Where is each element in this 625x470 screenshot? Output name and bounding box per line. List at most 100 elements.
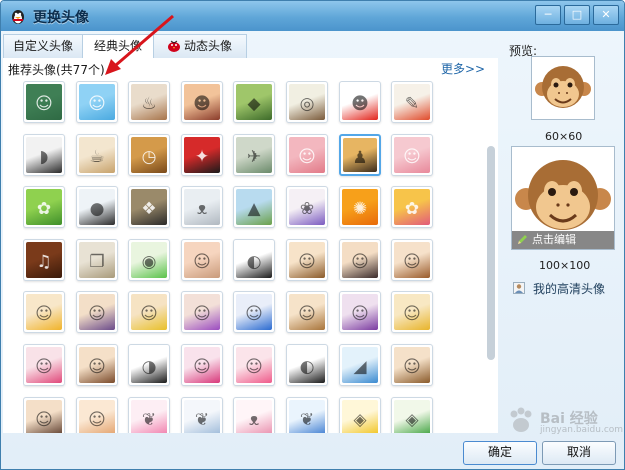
anime-pink-3-icon: ☺ xyxy=(245,357,263,377)
cartoon-baby-image: ☺ xyxy=(79,400,115,433)
opera-mask-red-image: ✦ xyxy=(184,137,220,173)
more-link[interactable]: 更多>> xyxy=(441,60,485,77)
title-bar[interactable]: 更换头像 ─ □ ✕ xyxy=(1,1,624,31)
avatar-anime-boy-3[interactable]: ☺ xyxy=(23,397,65,433)
avatar-hummingbird[interactable]: ✈ xyxy=(233,134,275,176)
anime-boy-brown-icon: ☺ xyxy=(298,252,316,272)
red-cartoon-face-image: ☻ xyxy=(342,84,378,120)
green-ring-icon: ◉ xyxy=(141,252,157,272)
tea-set-icon: ☕ xyxy=(89,147,105,167)
avatar-violin[interactable]: ♫ xyxy=(23,239,65,281)
avatar-baby-penguin[interactable]: ● xyxy=(76,186,118,228)
scrollbar-thumb[interactable] xyxy=(487,146,495,360)
avatar-opera-costume[interactable]: ❀ xyxy=(286,186,328,228)
avatar-pink-bunny[interactable]: ❦ xyxy=(128,397,170,433)
colored-pencils-image: ✎ xyxy=(394,84,430,120)
blue-bunny-image: ❦ xyxy=(289,400,325,433)
avatar-anime-purple[interactable]: ☺ xyxy=(181,291,223,333)
anime-brown-2-image: ☺ xyxy=(79,347,115,383)
avatar-anime-boy-smile[interactable]: ☺ xyxy=(391,344,433,386)
avatar-anime-blonde-2[interactable]: ☺ xyxy=(128,291,170,333)
anime-blonde-2-image: ☺ xyxy=(131,294,167,330)
avatar-white-bunny[interactable]: ❦ xyxy=(181,397,223,433)
tab-custom-avatar[interactable]: 自定义头像 xyxy=(3,34,83,58)
avatar-white-cat[interactable]: ᴥ xyxy=(181,186,223,228)
avatar-blue-bunny[interactable]: ❦ xyxy=(286,397,328,433)
chalkboard-face-image: ☺ xyxy=(26,84,62,120)
anime-boy-smile-icon: ☺ xyxy=(403,357,421,377)
maximize-button[interactable]: □ xyxy=(564,5,590,25)
avatar-white-cat-cartoon[interactable]: ᴥ xyxy=(233,397,275,433)
white-bunny-image: ❦ xyxy=(184,400,220,433)
anime-blonde-3-icon: ☺ xyxy=(403,304,421,324)
qq-penguin-icon: ◐ xyxy=(246,252,262,272)
avatar-pink-flower[interactable]: ✿ xyxy=(391,186,433,228)
avatar-pink-silhouette-2[interactable]: ☺ xyxy=(391,134,433,176)
avatar-orange-abstract[interactable]: ✺ xyxy=(339,186,381,228)
avatar-qq-penguin-bow[interactable]: ◐ xyxy=(286,344,328,386)
avatar-qq-penguin[interactable]: ◐ xyxy=(233,239,275,281)
avatar-colored-pencils[interactable]: ✎ xyxy=(391,81,433,123)
avatar-dog[interactable]: ❖ xyxy=(128,186,170,228)
cartoon-baby-icon: ☺ xyxy=(88,410,106,430)
avatar-dolphin[interactable]: ◢ xyxy=(339,344,381,386)
avatar-latte-cup[interactable]: ◎ xyxy=(286,81,328,123)
avatar-clock-ornament[interactable]: ◷ xyxy=(128,134,170,176)
close-button[interactable]: ✕ xyxy=(593,5,619,25)
maximize-icon: □ xyxy=(571,8,583,21)
ok-button[interactable]: 确定 xyxy=(463,441,537,465)
edit-avatar-label: 点击编辑 xyxy=(532,233,576,246)
cancel-button[interactable]: 取消 xyxy=(542,441,616,465)
avatar-green-ring[interactable]: ◉ xyxy=(128,239,170,281)
avatar-green-duck[interactable]: ◈ xyxy=(391,397,433,433)
avatar-anime-pink[interactable]: ☺ xyxy=(23,344,65,386)
avatar-anime-blue[interactable]: ☺ xyxy=(233,291,275,333)
avatar-landscape-horse[interactable]: ▲ xyxy=(233,186,275,228)
avatar-anime-brown[interactable]: ☺ xyxy=(286,291,328,333)
avatar-anime-boy-dark[interactable]: ☺ xyxy=(339,239,381,281)
avatar-baby-face[interactable]: ☺ xyxy=(181,239,223,281)
penguin-cool-image: ◑ xyxy=(131,347,167,383)
avatar-computer-mouse[interactable]: ◗ xyxy=(23,134,65,176)
avatar-anime-girl-brown[interactable]: ☺ xyxy=(391,239,433,281)
anime-glasses-icon: ☺ xyxy=(88,304,106,324)
opera-mask-lady-icon: ☻ xyxy=(193,94,211,114)
avatar-chalkboard-face[interactable]: ☺ xyxy=(23,81,65,123)
anime-brown-icon: ☺ xyxy=(298,304,316,324)
avatar-penguin-photo[interactable]: ◆ xyxy=(233,81,275,123)
avatar-tea-set[interactable]: ☕ xyxy=(76,134,118,176)
baby-penguin-image: ● xyxy=(79,189,115,225)
avatar-coffee-art[interactable]: ♨ xyxy=(128,81,170,123)
watermark-url: jingyan.baidu.com xyxy=(540,425,624,435)
preview-avatar-large[interactable]: 点击编辑 xyxy=(511,146,615,250)
paw-logo-icon xyxy=(510,407,532,432)
avatar-anime-pink-2[interactable]: ☺ xyxy=(181,344,223,386)
penguin-couple-image: ♟ xyxy=(343,138,377,172)
pink-bunny-icon: ❦ xyxy=(141,410,157,430)
avatar-anime-glasses[interactable]: ☺ xyxy=(76,291,118,333)
avatar-penguin-cool[interactable]: ◑ xyxy=(128,344,170,386)
anime-pink-2-icon: ☺ xyxy=(193,357,211,377)
avatar-opera-mask-lady[interactable]: ☻ xyxy=(181,81,223,123)
avatar-pink-silhouette[interactable]: ☺ xyxy=(286,134,328,176)
avatar-penguin-couple[interactable]: ♟ xyxy=(339,134,381,176)
anime-purple-image: ☺ xyxy=(184,294,220,330)
avatar-book-glasses[interactable]: ❐ xyxy=(76,239,118,281)
white-cat-cartoon-image: ᴥ xyxy=(236,400,272,433)
opera-mask-red-icon: ✦ xyxy=(194,147,210,167)
avatar-yellow-fish[interactable]: ◈ xyxy=(339,397,381,433)
avatar-anime-purple-2[interactable]: ☺ xyxy=(339,291,381,333)
avatar-anime-brown-2[interactable]: ☺ xyxy=(76,344,118,386)
green-duck-icon: ◈ xyxy=(405,410,419,430)
avatar-red-cartoon-face[interactable]: ☻ xyxy=(339,81,381,123)
avatar-anime-blonde[interactable]: ☺ xyxy=(23,291,65,333)
minimize-button[interactable]: ─ xyxy=(535,5,561,25)
avatar-anime-boy-brown[interactable]: ☺ xyxy=(286,239,328,281)
avatar-opera-mask-red[interactable]: ✦ xyxy=(181,134,223,176)
avatar-grass[interactable]: ✿ xyxy=(23,186,65,228)
avatar-sky-smile-face[interactable]: ☺ xyxy=(76,81,118,123)
edit-avatar-button[interactable]: 点击编辑 xyxy=(512,231,614,249)
avatar-anime-blonde-3[interactable]: ☺ xyxy=(391,291,433,333)
avatar-cartoon-baby[interactable]: ☺ xyxy=(76,397,118,433)
avatar-anime-pink-3[interactable]: ☺ xyxy=(233,344,275,386)
